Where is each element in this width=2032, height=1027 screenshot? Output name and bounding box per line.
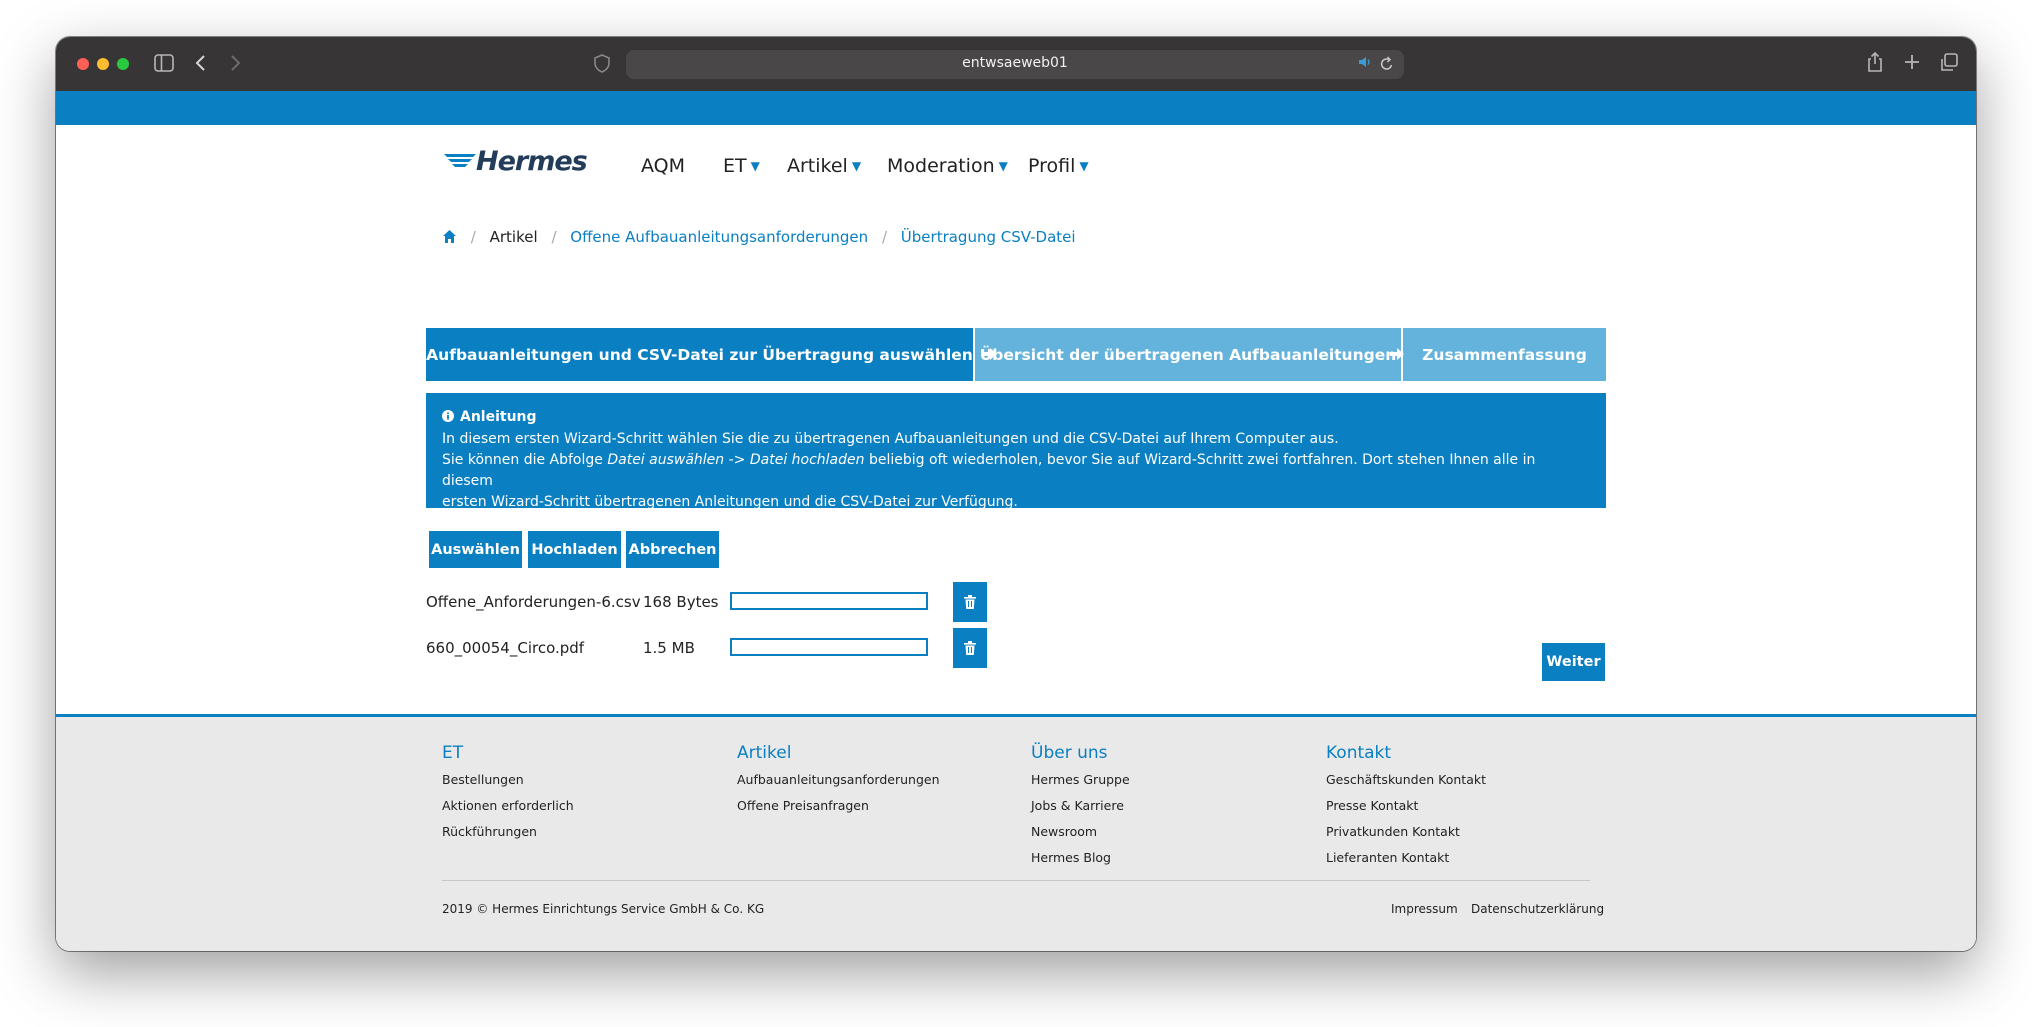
- wizard-steps: Aufbauanleitungen und CSV-Datei zur Über…: [426, 328, 1606, 381]
- instruction-line-2: Sie können die Abfolge Datei auswählen -…: [442, 450, 1590, 492]
- browser-titlebar: entwsaeweb01: [56, 37, 1976, 91]
- chevron-down-icon: ▼: [750, 159, 760, 173]
- chevron-down-icon: ▼: [998, 159, 1008, 173]
- instruction-title-text: Anleitung: [460, 409, 537, 425]
- chevron-down-icon: ▼: [1079, 159, 1089, 173]
- copyright: 2019 © Hermes Einrichtungs Service GmbH …: [442, 902, 765, 916]
- nav-label: Artikel: [787, 155, 848, 177]
- footer-heading: Kontakt: [1326, 743, 1392, 763]
- select-button[interactable]: Auswählen: [429, 531, 522, 568]
- delete-file-button[interactable]: [953, 582, 987, 622]
- home-icon[interactable]: [442, 229, 457, 248]
- footer-link[interactable]: Newsroom: [1031, 824, 1130, 850]
- footer-link[interactable]: Jobs & Karriere: [1031, 798, 1130, 824]
- nav-item-aqm[interactable]: AQM: [641, 155, 685, 177]
- breadcrumb-item-uebertragung[interactable]: Übertragung CSV-Datei: [901, 228, 1076, 246]
- breadcrumb-item-offene-anforderungen[interactable]: Offene Aufbauanleitungsanforderungen: [570, 228, 868, 246]
- breadcrumb-separator: /: [551, 228, 557, 246]
- wizard-step-1[interactable]: Aufbauanleitungen und CSV-Datei zur Über…: [426, 328, 973, 381]
- browser-window: entwsaeweb01 Hermes AQM ET ▼ Artikel ▼ M…: [56, 37, 1976, 951]
- page-content: Hermes AQM ET ▼ Artikel ▼ Moderation ▼ Prof…: [56, 125, 1976, 951]
- breadcrumb: / Artikel / Offene Aufbauanleitungsanfor…: [442, 228, 1076, 248]
- footer-link[interactable]: Geschäftskunden Kontakt: [1326, 772, 1486, 798]
- file-size: 168 Bytes: [643, 593, 719, 611]
- footer-link[interactable]: Hermes Blog: [1031, 850, 1130, 876]
- wizard-step-label: Zusammenfassung: [1422, 345, 1587, 364]
- header-accent-bar: [56, 91, 1976, 125]
- footer-column-ueber-uns: Über uns Hermes Gruppe Jobs & Karriere N…: [1031, 743, 1130, 876]
- address-text: entwsaeweb01: [962, 55, 1068, 71]
- footer-link[interactable]: Aufbauanleitungsanforderungen: [737, 772, 940, 798]
- wizard-step-3[interactable]: Zusammenfassung: [1403, 328, 1606, 381]
- audio-icon[interactable]: [1358, 55, 1372, 76]
- breadcrumb-item-artikel: Artikel: [489, 228, 538, 246]
- nav-item-moderation[interactable]: Moderation ▼: [887, 155, 1008, 177]
- address-bar[interactable]: entwsaeweb01: [626, 50, 1404, 79]
- trash-icon: [964, 595, 976, 609]
- nav-label: Profil: [1028, 155, 1076, 177]
- footer-link[interactable]: Lieferanten Kontakt: [1326, 850, 1486, 876]
- instruction-line-1: In diesem ersten Wizard-Schritt wählen S…: [442, 431, 1339, 447]
- file-size: 1.5 MB: [643, 639, 695, 657]
- file-name: 660_00054_Circo.pdf: [426, 639, 585, 657]
- footer-link[interactable]: Rückführungen: [442, 824, 574, 850]
- instruction-line-3: ersten Wizard-Schritt übertragenen Anlei…: [442, 494, 1018, 510]
- footer-heading: Über uns: [1031, 743, 1108, 763]
- file-name: Offene_Anforderungen-6.csv: [426, 593, 641, 611]
- instruction-box: Anleitung In diesem ersten Wizard-Schrit…: [426, 393, 1606, 510]
- privacy-shield-icon[interactable]: [594, 54, 610, 76]
- privacy-link[interactable]: Datenschutzerklärung: [1471, 902, 1604, 916]
- trash-icon: [964, 641, 976, 655]
- instruction-emphasis: Datei auswählen -> Datei hochladen: [607, 452, 865, 468]
- instruction-title: Anleitung: [442, 407, 1590, 429]
- arrow-right-icon: [982, 346, 998, 366]
- new-tab-icon[interactable]: [1903, 53, 1921, 74]
- breadcrumb-separator: /: [470, 228, 476, 246]
- footer-heading: Artikel: [737, 743, 792, 763]
- cancel-button[interactable]: Abbrechen: [626, 531, 719, 568]
- reload-icon[interactable]: [1380, 55, 1394, 75]
- upload-button[interactable]: Hochladen: [528, 531, 621, 568]
- nav-label: ET: [723, 155, 747, 177]
- wizard-step-label: Übersicht der übertragenen Aufbauanleitu…: [979, 345, 1397, 364]
- share-icon[interactable]: [1867, 51, 1883, 76]
- footer-heading: ET: [442, 743, 464, 763]
- zoom-window-button[interactable]: [117, 58, 129, 70]
- forward-icon[interactable]: [228, 52, 242, 77]
- wizard-step-2[interactable]: Übersicht der übertragenen Aufbauanleitu…: [975, 328, 1401, 381]
- chevron-down-icon: ▼: [851, 159, 862, 173]
- instruction-line-2-start: Sie können die Abfolge: [442, 452, 608, 468]
- nav-item-artikel[interactable]: Artikel ▼: [787, 155, 861, 177]
- upload-progress-bar: [730, 638, 928, 656]
- footer-column-artikel: Artikel Aufbauanleitungsanforderungen Of…: [737, 743, 940, 824]
- nav-label: AQM: [641, 155, 686, 177]
- logo-text: Hermes: [476, 146, 588, 177]
- footer-link[interactable]: Offene Preisanfragen: [737, 798, 940, 824]
- breadcrumb-separator: /: [881, 228, 888, 246]
- footer-link[interactable]: Hermes Gruppe: [1031, 772, 1130, 798]
- nav-label: Moderation: [887, 155, 995, 177]
- footer-column-kontakt: Kontakt Geschäftskunden Kontakt Presse K…: [1326, 743, 1486, 876]
- wizard-step-label: Aufbauanleitungen und CSV-Datei zur Über…: [426, 345, 973, 364]
- footer-divider: [442, 880, 1590, 881]
- footer-link[interactable]: Bestellungen: [442, 772, 574, 798]
- tab-overview-icon[interactable]: [1939, 53, 1959, 76]
- footer-link[interactable]: Aktionen erforderlich: [442, 798, 574, 824]
- minimize-window-button[interactable]: [97, 58, 109, 70]
- close-window-button[interactable]: [77, 58, 89, 70]
- info-icon: [442, 408, 454, 429]
- footer-column-et: ET Bestellungen Aktionen erforderlich Rü…: [442, 743, 574, 850]
- impressum-link[interactable]: Impressum: [1391, 902, 1458, 916]
- footer-link[interactable]: Privatkunden Kontakt: [1326, 824, 1486, 850]
- nav-item-et[interactable]: ET ▼: [723, 155, 760, 177]
- footer: ET Bestellungen Aktionen erforderlich Rü…: [56, 714, 1976, 951]
- arrow-right-icon: [1389, 346, 1405, 366]
- upload-progress-bar: [730, 592, 928, 610]
- next-button[interactable]: Weiter: [1542, 643, 1605, 681]
- nav-item-profil[interactable]: Profil ▼: [1028, 155, 1089, 177]
- sidebar-toggle-icon[interactable]: [154, 54, 174, 75]
- footer-link[interactable]: Presse Kontakt: [1326, 798, 1486, 824]
- back-icon[interactable]: [194, 52, 208, 77]
- delete-file-button[interactable]: [953, 628, 987, 668]
